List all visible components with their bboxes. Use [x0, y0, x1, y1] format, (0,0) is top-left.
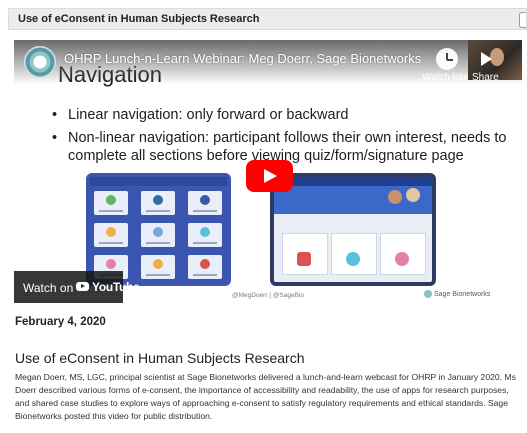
tablet-header [90, 177, 227, 186]
watch-later-button[interactable]: Watch later [422, 48, 472, 83]
youtube-logo-text: YouTube [92, 280, 140, 294]
post-body: Megan Doerr, MS, LGC, principal scientis… [15, 372, 516, 421]
channel-avatar[interactable] [24, 46, 56, 78]
scroll-handle[interactable] [519, 12, 526, 28]
card [380, 233, 426, 275]
card [282, 233, 328, 275]
tile [188, 223, 222, 247]
slide-tablet-study-image [270, 173, 436, 286]
play-button[interactable] [246, 160, 293, 192]
tile [141, 223, 175, 247]
video-title[interactable]: OHRP Lunch-n-Learn Webinar: Meg Doerr, S… [64, 51, 421, 66]
share-icon [474, 48, 496, 70]
sage-logo-text: Sage Bionetworks [434, 290, 491, 298]
card [331, 233, 377, 275]
page-titlebar: Use of eConsent in Human Subjects Resear… [8, 8, 527, 30]
sage-logo-icon [424, 290, 432, 298]
clock-icon [436, 48, 459, 70]
tile [188, 255, 222, 279]
tile [188, 191, 222, 215]
share-label: Share [472, 72, 499, 83]
watch-later-label: Watch later [422, 72, 473, 83]
slide-tablet-menu-image [86, 173, 231, 286]
tile [141, 191, 175, 215]
video-player[interactable]: Navigation Linear navigation: only forwa… [14, 40, 522, 303]
post-date: February 4, 2020 [15, 316, 106, 328]
share-button[interactable]: Share [472, 48, 499, 83]
slide-credit: @MegDoerr | @SageBio [232, 292, 304, 299]
watch-on-label: Watch on [23, 281, 74, 295]
tile [94, 223, 128, 247]
people-illustration [388, 188, 424, 214]
tile [94, 191, 128, 215]
slide-bullet: Linear navigation: only forward or backw… [52, 106, 512, 124]
tile [141, 255, 175, 279]
post-title: Use of eConsent in Human Subjects Resear… [15, 350, 305, 366]
sage-logo: Sage Bionetworks [424, 290, 490, 298]
watch-on-youtube-button[interactable]: Watch on YouTube [14, 271, 140, 303]
youtube-play-icon [76, 282, 89, 291]
tablet-header [274, 177, 432, 186]
page-title: Use of eConsent in Human Subjects Resear… [18, 13, 260, 25]
